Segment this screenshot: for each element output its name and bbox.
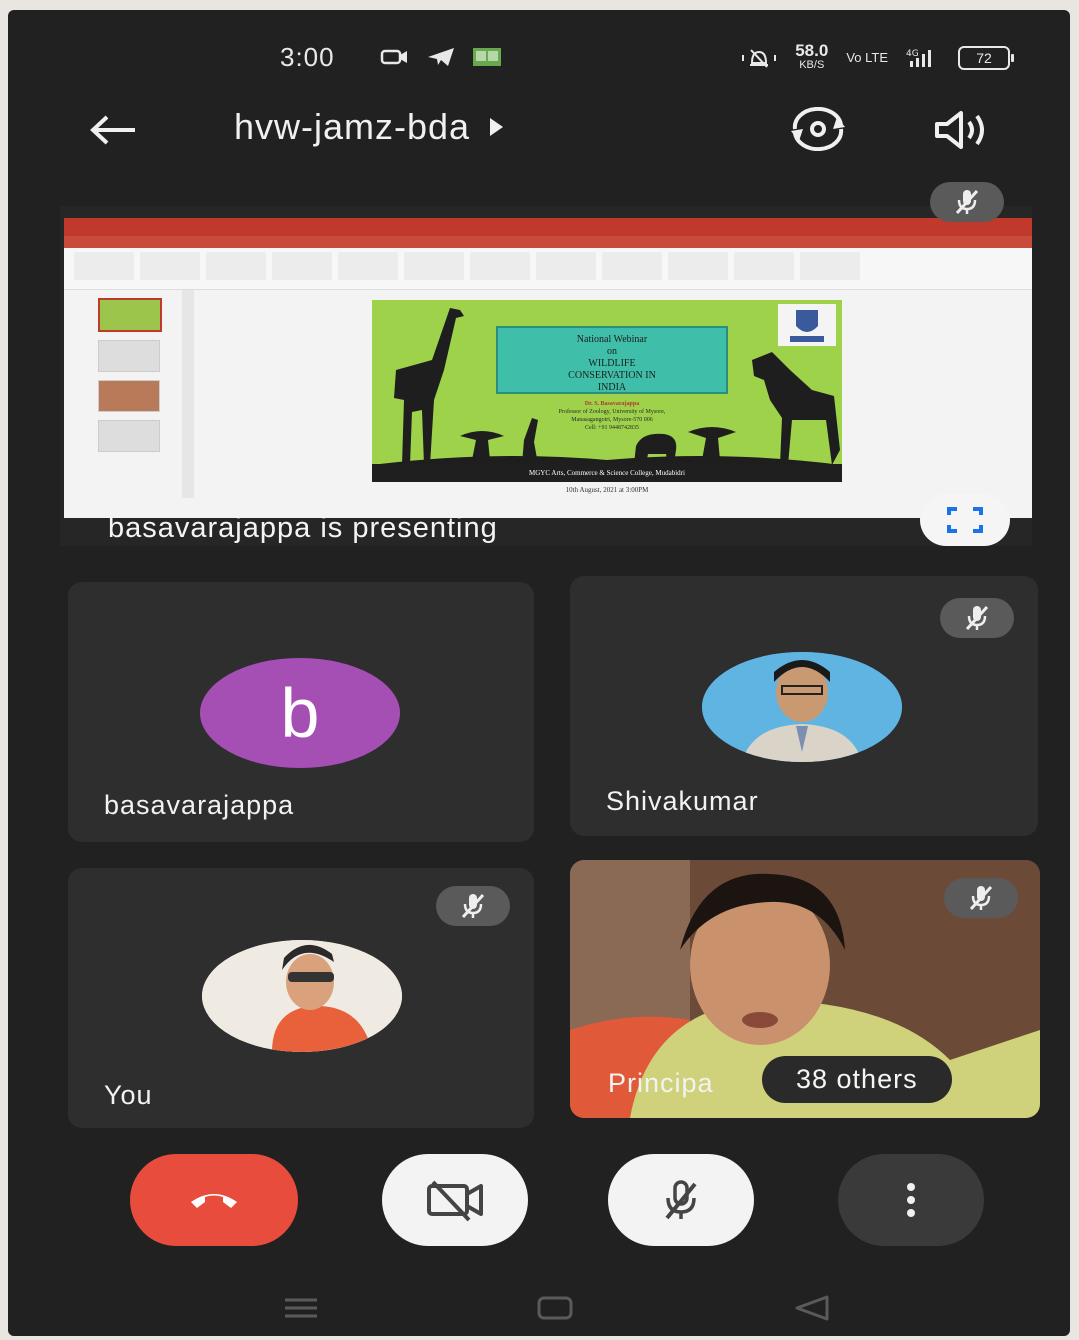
participant-tile[interactable]: b basavarajappa [68,582,534,842]
volte-indicator: Vo LTE [846,50,888,65]
mic-off-icon [965,605,989,631]
ppt-thumbnail [98,340,160,372]
status-right-icons: 58.0 KB/S Vo LTE 4G 72 [741,41,1014,72]
shared-screen: National Webinar on WILDLIFE CONSERVATIO… [64,218,1032,518]
ppt-thumbnail [98,420,160,452]
book-app-icon [473,48,501,66]
mic-off-icon [955,189,979,215]
participant-photo [202,940,402,1052]
microphone-toggle-button[interactable] [608,1154,754,1246]
fullscreen-icon [947,507,983,533]
status-bar: 3:00 58.0 KB/S Vo LTE 4G 72 [8,42,1070,82]
back-nav-icon[interactable] [788,1290,838,1326]
end-call-button[interactable] [130,1154,298,1246]
svg-text:4G: 4G [906,49,919,59]
others-count-button[interactable]: 38 others [762,1056,952,1103]
avatar: b [200,658,400,768]
speaker-icon[interactable] [930,106,994,154]
telegram-icon [428,48,454,66]
home-nav-icon[interactable] [530,1290,580,1326]
participant-muted-badge [944,878,1018,918]
ppt-scrollbar [182,290,194,498]
ppt-body: National Webinar on WILDLIFE CONSERVATIO… [64,290,1032,498]
participant-muted-badge [940,598,1014,638]
switch-camera-icon[interactable] [786,104,850,154]
participant-name: Principa [608,1068,714,1098]
camera-toggle-button[interactable] [382,1154,528,1246]
presenter-muted-badge [930,182,1004,222]
meeting-code-title[interactable]: hvw-jamz-bda [234,106,504,148]
participant-photo [702,652,902,762]
meeting-info-caret-icon [490,118,504,136]
slide-speaker-details: Dr. S. Basavarajappa Professor of Zoolog… [558,401,666,431]
college-logo [778,304,836,346]
hang-up-icon [191,1194,237,1208]
participant-tile[interactable]: Principa 38 others [570,860,1040,1118]
ppt-ribbon [64,248,1032,290]
network-speed: 58.0 KB/S [795,41,829,71]
vibrate-silent-icon [742,49,777,68]
status-time: 3:00 [280,42,335,72]
slide-heading-box: National Webinar on WILDLIFE CONSERVATIO… [496,326,728,394]
participant-tile[interactable]: Shivakumar [570,576,1038,836]
ppt-thumbnails [74,290,174,498]
phone-screen: 3:00 58.0 KB/S Vo LTE 4G 72 hvw-jamz-bda [8,10,1070,1336]
slide-date: 10th August, 2021 at 3:00PM [565,486,649,494]
camera-off-icon [427,1180,483,1222]
participant-name: Shivakumar [606,786,759,816]
fullscreen-button[interactable] [920,494,1010,546]
more-vert-icon [907,1183,915,1217]
participant-tile-self[interactable]: You [68,868,534,1128]
battery-indicator: 72 [958,46,1014,70]
signal-icon: 4G [906,49,931,67]
presentation-tile[interactable]: National Webinar on WILDLIFE CONSERVATIO… [60,206,1032,546]
participant-name: basavarajappa [104,790,295,820]
avatar [202,940,402,1052]
mic-off-icon [665,1180,697,1220]
meeting-header: hvw-jamz-bda [8,100,1070,160]
ppt-title-bar [64,218,1032,236]
recents-nav-icon[interactable] [276,1290,326,1326]
mic-off-icon [969,885,993,911]
participant-muted-badge [436,886,510,926]
status-notification-icons [380,46,502,68]
ppt-thumbnail [98,298,162,332]
slide-college-band: MGYC Arts, Commerce & Science College, M… [372,464,842,482]
ppt-menu-bar [64,236,1032,248]
webinar-slide: National Webinar on WILDLIFE CONSERVATIO… [372,300,842,482]
presenting-caption: basavarajappa is presenting [108,512,498,544]
back-arrow-icon[interactable] [88,110,138,150]
ppt-thumbnail [98,380,160,412]
system-nav-bar [8,1290,1070,1330]
avatar [702,652,902,762]
participant-name: You [104,1080,153,1110]
mic-off-icon [461,893,485,919]
meeting-code-text: hvw-jamz-bda [234,106,471,147]
more-options-button[interactable] [838,1154,984,1246]
video-camera-icon [380,49,407,65]
